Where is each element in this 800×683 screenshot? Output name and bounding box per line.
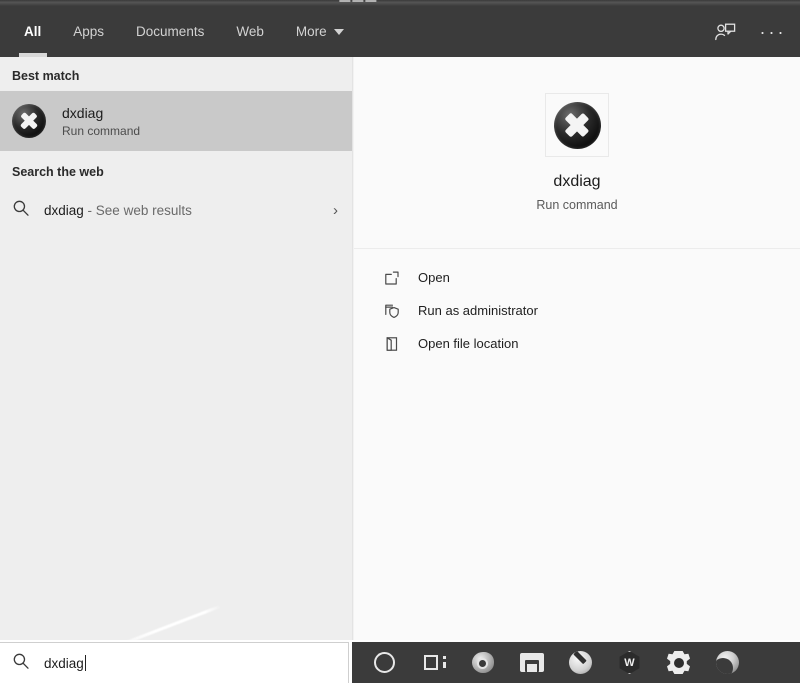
tab-documents-label: Documents <box>136 24 205 39</box>
web-result-text: dxdiag - See web results <box>44 203 333 218</box>
result-item-dxdiag[interactable]: dxdiag Run command <box>0 91 352 151</box>
search-header: All Apps Documents Web More ··· <box>0 6 800 57</box>
windows-search-panel: ···· ···· ····· ··· ····· ···· ····· ···… <box>0 0 800 683</box>
tab-more[interactable]: More <box>280 6 360 57</box>
action-open-label: Open <box>418 270 450 285</box>
tab-apps-label: Apps <box>73 24 105 39</box>
tab-web-label: Web <box>236 24 264 39</box>
preview-title: dxdiag <box>553 173 601 190</box>
taskbar-file-explorer-button[interactable] <box>507 642 556 683</box>
ellipsis-icon[interactable]: ··· <box>760 19 786 45</box>
preview-actions: Open Run as administrator Open file loca… <box>354 249 800 360</box>
text-cursor <box>84 655 86 671</box>
search-icon <box>12 652 30 675</box>
taskbar-app-gray-blob-button[interactable] <box>458 642 507 683</box>
chevron-right-icon: › <box>333 201 338 219</box>
result-item-subtitle: Run command <box>62 123 141 138</box>
search-body: Best match dxdiag Run command Search the… <box>0 57 800 654</box>
search-the-web-heading: Search the web <box>12 165 104 179</box>
best-match-heading: Best match <box>12 69 80 83</box>
taskbar-task-view-button[interactable] <box>409 642 458 683</box>
top-clipped-text: ···· ···· ····· ··· ····· ···· ····· ···… <box>0 0 800 5</box>
taskbar-wps-office-button[interactable]: W <box>605 642 654 683</box>
results-pane: Best match dxdiag Run command Search the… <box>0 57 353 654</box>
taskbar-search-box[interactable]: dxdiag <box>0 642 349 683</box>
app-gray-blob-icon <box>470 650 496 676</box>
preview-icon-box <box>545 93 609 157</box>
browser-icon <box>715 650 741 676</box>
tab-all-label: All <box>24 24 42 39</box>
taskbar-cortana-button[interactable] <box>360 642 409 683</box>
chevron-down-icon <box>333 28 344 35</box>
open-folder-icon <box>382 334 402 354</box>
tab-more-label: More <box>295 24 327 39</box>
dxdiag-icon <box>12 104 46 138</box>
action-run-as-administrator-label: Run as administrator <box>418 303 538 318</box>
action-open[interactable]: Open <box>354 261 800 294</box>
search-filter-tabs: All Apps Documents Web More <box>8 6 360 57</box>
tab-all[interactable]: All <box>8 6 57 57</box>
search-input-value: dxdiag <box>44 656 84 671</box>
web-result-query: dxdiag <box>44 202 84 218</box>
action-open-file-location[interactable]: Open file location <box>354 327 800 360</box>
pen-app-icon <box>568 650 594 676</box>
result-item-title: dxdiag <box>62 104 104 121</box>
preview-pane: dxdiag Run command Open Run as administr… <box>354 57 800 640</box>
wps-office-icon: W <box>617 650 643 676</box>
search-icon <box>12 199 30 222</box>
tab-web[interactable]: Web <box>220 6 280 57</box>
preview-subtitle: Run command <box>536 198 618 212</box>
dxdiag-icon <box>553 101 601 149</box>
open-in-new-icon <box>382 268 402 288</box>
taskbar-browser-button[interactable] <box>703 642 752 683</box>
task-view-icon <box>421 650 447 676</box>
taskbar: dxdiag W <box>0 640 800 683</box>
action-open-file-location-label: Open file location <box>418 336 519 351</box>
action-run-as-administrator[interactable]: Run as administrator <box>354 294 800 327</box>
taskbar-tray: W <box>352 642 800 683</box>
taskbar-pen-app-button[interactable] <box>556 642 605 683</box>
feedback-person-icon[interactable] <box>712 19 738 45</box>
tab-apps[interactable]: Apps <box>57 6 120 57</box>
search-input[interactable]: dxdiag <box>44 655 86 671</box>
cortana-icon <box>372 650 398 676</box>
header-actions: ··· <box>712 6 786 57</box>
result-item-text: dxdiag Run command <box>62 105 140 138</box>
taskbar-settings-app-button[interactable] <box>654 642 703 683</box>
file-explorer-icon <box>519 650 545 676</box>
tab-documents[interactable]: Documents <box>120 6 220 57</box>
web-result-dxdiag[interactable]: dxdiag - See web results › <box>0 187 352 233</box>
ellipsis-glyph: ··· <box>759 21 787 42</box>
settings-app-icon <box>666 650 692 676</box>
shield-icon <box>382 301 402 321</box>
web-result-suffix: - See web results <box>83 202 192 218</box>
wps-office-letter: W <box>619 651 640 674</box>
preview-card: dxdiag Run command <box>354 57 800 248</box>
